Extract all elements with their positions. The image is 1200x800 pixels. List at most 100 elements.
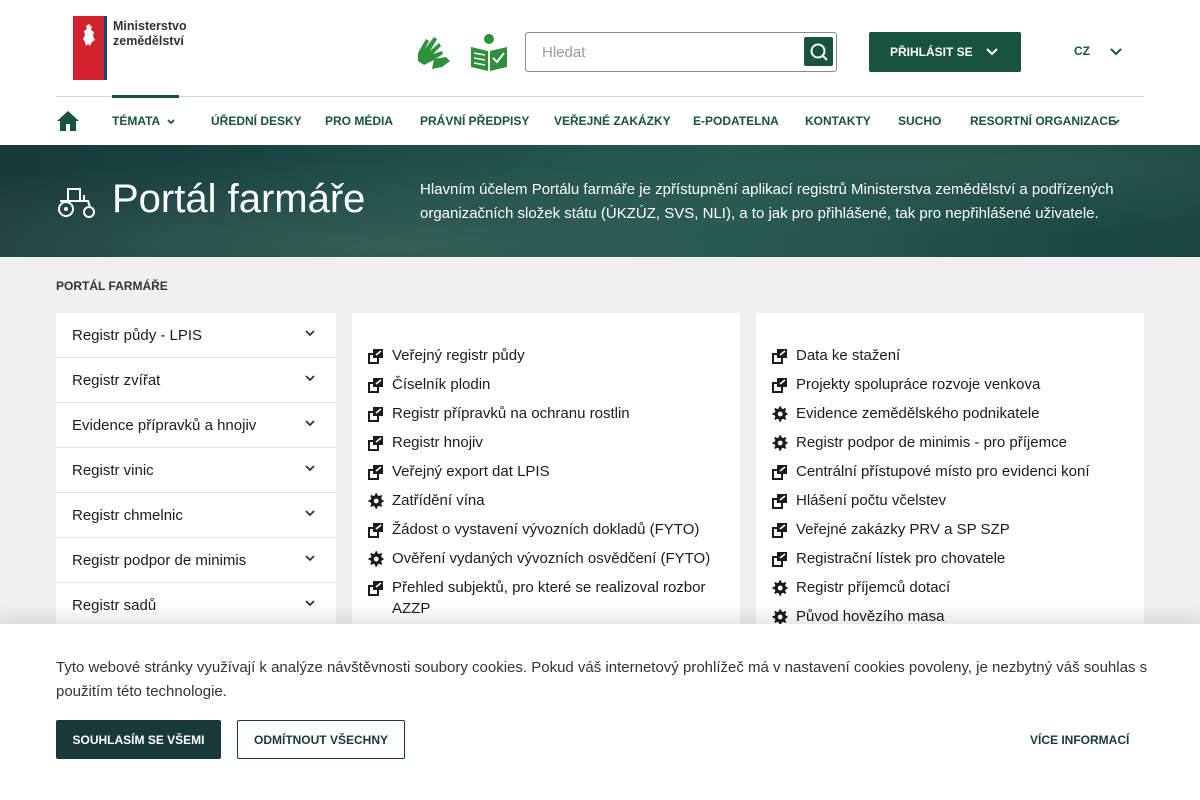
sidebar-item-registr-vinic[interactable]: Registr vinic	[56, 448, 336, 493]
panel-link[interactable]: Centrální přístupové místo pro evidenci …	[772, 461, 1128, 482]
sidebar-item-registr-de-minimis[interactable]: Registr podpor de minimis	[56, 538, 336, 583]
panel-link-label: Registr přípravků na ochranu rostlin	[392, 405, 630, 422]
search-input[interactable]	[526, 33, 796, 71]
panel-link[interactable]: Veřejné zakázky PRV a SP SZP	[772, 519, 1128, 540]
sidebar-item-registr-pudy[interactable]: Registr půdy - LPIS	[56, 313, 336, 358]
external-link-icon	[368, 522, 384, 538]
panel-link-label: Centrální přístupové místo pro evidenci …	[796, 463, 1090, 480]
sidebar-item-label: Registr zvířat	[72, 371, 161, 389]
panel-link[interactable]: Evidence zemědělského podnikatele	[772, 403, 1128, 424]
sidebar-item-label: Evidence přípravků a hnojiv	[72, 416, 257, 434]
nav-active-indicator	[112, 95, 179, 98]
nav-item-kontakty[interactable]: KONTAKTY	[805, 114, 871, 128]
panel-link[interactable]: Registr podpor de minimis - pro příjemce	[772, 432, 1128, 453]
reject-all-button[interactable]: ODMÍTNOUT VŠECHNY	[237, 720, 405, 759]
chevron-down-icon[interactable]	[304, 507, 316, 519]
sidebar-item-label: Registr sadů	[72, 596, 157, 614]
nav-item-uredni-desky[interactable]: ÚŘEDNÍ DESKY	[211, 114, 302, 128]
chevron-down-icon[interactable]	[304, 417, 316, 429]
sidebar-item-registr-zvirat[interactable]: Registr zvířat	[56, 358, 336, 403]
panel-link[interactable]: Žádost o vystavení vývozních dokladů (FY…	[368, 519, 724, 540]
panel-link[interactable]: Přehled subjektů, pro které se realizova…	[368, 577, 724, 619]
site-header: Ministerstvo zemědělství PŘIHLÁSIT SE CZ	[0, 0, 1200, 145]
panel-link-label: Veřejný export dat LPIS	[392, 463, 550, 480]
panel-link-label: Evidence zemědělského podnikatele	[796, 405, 1040, 422]
panel-link-label: Žádost o vystavení vývozních dokladů (FY…	[392, 521, 700, 538]
panel-link-label: Registrační lístek pro chovatele	[796, 550, 1006, 567]
panel-link[interactable]: Ověření vydaných vývozních osvědčení (FY…	[368, 548, 724, 569]
hero-banner: Portál farmáře Hlavním účelem Portálu fa…	[0, 145, 1200, 257]
chevron-down-icon[interactable]	[166, 117, 176, 127]
nav-item-e-podatelna[interactable]: E-PODATELNA	[693, 114, 779, 128]
panel-link[interactable]: Registrační lístek pro chovatele	[772, 548, 1128, 569]
page-title: Portál farmáře	[112, 177, 366, 221]
breadcrumb: PORTÁL FARMÁŘE	[56, 279, 168, 293]
chevron-down-icon[interactable]	[1111, 117, 1121, 127]
language-selector[interactable]: CZ	[1074, 44, 1090, 58]
login-button[interactable]: PŘIHLÁSIT SE	[869, 32, 1021, 72]
sidebar-item-evidence-pripravku[interactable]: Evidence přípravků a hnojiv	[56, 403, 336, 448]
nav-item-pro-media[interactable]: PRO MÉDIA	[325, 114, 393, 128]
sidebar-item-registr-chmelnic[interactable]: Registr chmelnic	[56, 493, 336, 538]
panel-link[interactable]: Registr příjemců dotací	[772, 577, 1128, 598]
external-link-icon	[772, 493, 788, 509]
sidebar-item-label: Registr chmelnic	[72, 506, 183, 524]
external-link-icon	[368, 406, 384, 422]
panel-link[interactable]: Data ke stažení	[772, 345, 1128, 366]
panel-link[interactable]: Registr hnojiv	[368, 432, 724, 453]
panel-link[interactable]: Hlášení počtu včelstev	[772, 490, 1128, 511]
sidebar-menu: Registr půdy - LPIS Registr zvířat Evide…	[56, 313, 336, 628]
chevron-down-icon[interactable]	[304, 327, 316, 339]
external-link-icon	[772, 348, 788, 364]
panel-link[interactable]: Zatřídění vína	[368, 490, 724, 511]
panel-link-label: Hlášení počtu včelstev	[796, 492, 947, 509]
nav-divider	[56, 96, 1144, 97]
easy-read-icon[interactable]	[468, 31, 510, 73]
panel-link-label: Registr příjemců dotací	[796, 579, 951, 596]
external-link-icon	[368, 377, 384, 393]
chevron-down-icon[interactable]	[304, 597, 316, 609]
external-link-icon	[368, 435, 384, 451]
nav-item-verejne-zakazky[interactable]: VEŘEJNÉ ZAKÁZKY	[554, 114, 671, 128]
panel-link-label: Číselník plodin	[392, 376, 491, 393]
nav-item-sucho[interactable]: SUCHO	[898, 114, 941, 128]
more-info-link[interactable]: VÍCE INFORMACÍ	[1030, 733, 1129, 747]
external-link-icon	[368, 580, 384, 596]
panel-link[interactable]: Projekty spolupráce rozvoje venkova	[772, 374, 1128, 395]
search-button[interactable]	[804, 37, 833, 66]
external-link-icon	[368, 348, 384, 364]
search-icon	[810, 43, 828, 61]
gear-icon	[772, 580, 788, 596]
gear-icon	[368, 493, 384, 509]
ministry-logo[interactable]: Ministerstvo zemědělství	[73, 16, 187, 80]
sidebar-item-label: Registr půdy - LPIS	[72, 326, 203, 344]
panel-link-label: Registr hnojiv	[392, 434, 483, 451]
sign-language-icon[interactable]	[412, 31, 454, 73]
panel-link[interactable]: Veřejný registr půdy	[368, 345, 724, 366]
logo-line2: zemědělství	[113, 34, 184, 48]
search-box	[525, 32, 837, 72]
home-icon[interactable]	[56, 109, 80, 133]
chevron-down-icon[interactable]	[304, 552, 316, 564]
chevron-down-icon[interactable]	[304, 372, 316, 384]
chevron-down-icon[interactable]	[1109, 45, 1123, 59]
nav-item-resortni-organizace[interactable]: RESORTNÍ ORGANIZACE	[970, 114, 1116, 128]
nav-item-temata[interactable]: TÉMATA	[112, 114, 160, 128]
external-link-icon	[772, 377, 788, 393]
external-link-icon	[368, 464, 384, 480]
gear-icon	[772, 406, 788, 422]
external-link-icon	[772, 522, 788, 538]
panel-link[interactable]: Číselník plodin	[368, 374, 724, 395]
panel-link-label: Přehled subjektů, pro které se realizova…	[392, 579, 706, 617]
tractor-icon	[58, 188, 95, 218]
accept-all-button[interactable]: SOUHLASÍM SE VŠEMI	[56, 720, 221, 759]
sidebar-item-registr-sadu[interactable]: Registr sadů	[56, 583, 336, 628]
panel-link-label: Zatřídění vína	[392, 492, 485, 509]
panel-link[interactable]: Veřejný export dat LPIS	[368, 461, 724, 482]
chevron-down-icon[interactable]	[304, 462, 316, 474]
nav-item-pravni-predpisy[interactable]: PRÁVNÍ PŘEDPISY	[420, 114, 529, 128]
cookie-banner: Tyto webové stránky využívají k analýze …	[0, 624, 1200, 800]
cookie-text: Tyto webové stránky využívají k analýze …	[56, 659, 1148, 700]
logo-text: Ministerstvo zemědělství	[113, 19, 187, 80]
panel-link[interactable]: Registr přípravků na ochranu rostlin	[368, 403, 724, 424]
